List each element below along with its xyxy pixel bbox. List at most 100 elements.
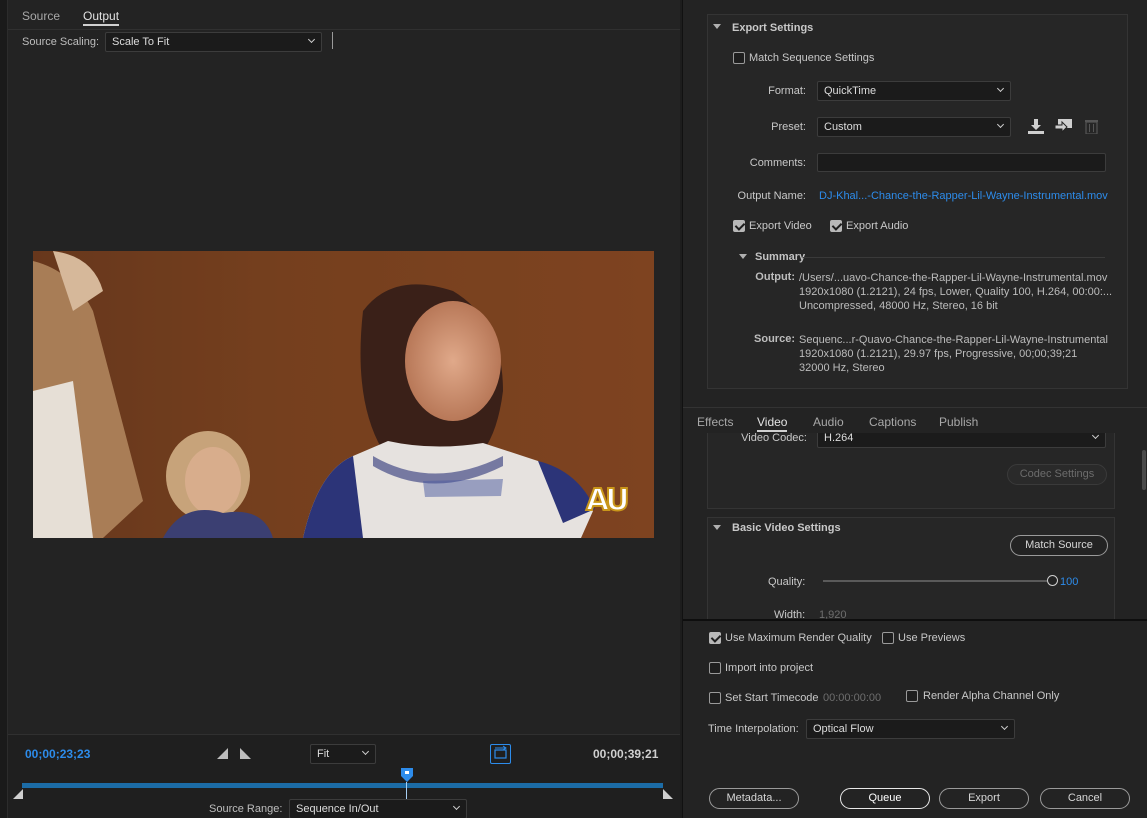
time-interpolation-label: Time Interpolation: (708, 723, 799, 735)
aspect-icon (494, 745, 507, 759)
chevron-down-icon (996, 84, 1005, 93)
output-preview-panel: Source Output Source Scaling: Scale To F… (0, 0, 680, 818)
watermark-logo: AU (585, 482, 631, 519)
save-preset-icon[interactable] (1028, 119, 1044, 134)
cancel-button[interactable]: Cancel (1040, 788, 1130, 809)
source-range-dropdown[interactable]: Sequence In/Out (289, 799, 467, 818)
zoom-dropdown[interactable]: Fit (310, 744, 376, 764)
tab-source[interactable]: Source (22, 9, 60, 23)
summary-source-line: Sequenc...r-Quavo-Chance-the-Rapper-Lil-… (799, 334, 1108, 346)
export-audio-checkbox[interactable] (830, 220, 842, 232)
start-timecode-value[interactable]: 00:00:00:00 (823, 692, 881, 704)
export-settings-panel: Export Settings Match Sequence Settings … (682, 0, 1147, 818)
chevron-down-icon (996, 120, 1005, 129)
match-source-button[interactable]: Match Source (1010, 535, 1108, 556)
summary-source-line: 32000 Hz, Stereo (799, 362, 885, 374)
video-settings-scroll-area[interactable]: Video Codec: H.264 Codec Settings Basic … (683, 433, 1147, 619)
source-scaling-dropdown[interactable]: Scale To Fit (105, 32, 322, 52)
max-render-quality-label: Use Maximum Render Quality (725, 632, 872, 644)
tab-video[interactable]: Video (757, 415, 788, 432)
tab-audio[interactable]: Audio (813, 415, 844, 429)
video-frame-image (33, 251, 654, 538)
source-scaling-label: Source Scaling: (22, 36, 100, 48)
set-start-timecode-label: Set Start Timecode (725, 692, 819, 704)
quality-value[interactable]: 100 (1060, 576, 1078, 588)
export-button[interactable]: Export (939, 788, 1029, 809)
set-start-timecode-checkbox[interactable] (709, 692, 721, 704)
max-render-quality-checkbox[interactable] (709, 632, 721, 644)
chevron-down-icon (361, 747, 370, 756)
basic-video-header: Basic Video Settings (732, 522, 841, 534)
summary-divider (803, 257, 1105, 258)
summary-source-text: Sequenc...r-Quavo-Chance-the-Rapper-Lil-… (799, 333, 1108, 375)
tab-publish[interactable]: Publish (939, 415, 978, 429)
collapse-arrow-icon[interactable] (713, 525, 721, 530)
preset-label: Preset: (771, 121, 806, 133)
collapse-arrow-icon[interactable] (713, 24, 721, 29)
aspect-correction-toggle[interactable] (490, 744, 511, 764)
quality-slider-thumb[interactable] (1047, 575, 1058, 586)
source-range-label: Source Range: (209, 803, 283, 815)
summary-source-line: 1920x1080 (1.2121), 29.97 fps, Progressi… (799, 348, 1078, 360)
width-label: Width: (774, 609, 806, 619)
summary-collapse-arrow-icon[interactable] (739, 254, 747, 259)
out-point-marker-icon[interactable] (663, 789, 673, 799)
set-out-point-icon[interactable] (240, 748, 251, 759)
export-settings-header: Export Settings (732, 22, 814, 34)
time-interpolation-dropdown[interactable]: Optical Flow (806, 719, 1015, 739)
quality-label: Quality: (768, 576, 806, 588)
export-audio-label: Export Audio (846, 220, 909, 232)
render-alpha-checkbox[interactable] (906, 690, 918, 702)
tab-effects[interactable]: Effects (697, 415, 733, 429)
format-label: Format: (768, 85, 806, 97)
comments-input[interactable] (817, 153, 1106, 172)
timeline-scrub-bar[interactable] (22, 783, 663, 788)
video-codec-label: Video Codec: (741, 433, 807, 444)
codec-settings-button[interactable]: Codec Settings (1007, 464, 1107, 485)
set-in-point-icon[interactable] (217, 748, 228, 759)
zoom-value: Fit (317, 748, 330, 760)
preset-value: Custom (824, 121, 862, 133)
export-video-checkbox[interactable] (733, 220, 745, 232)
source-scaling-value: Scale To Fit (112, 36, 170, 48)
chevron-down-icon (1091, 433, 1100, 440)
format-value: QuickTime (824, 85, 877, 97)
source-range-value: Sequence In/Out (296, 803, 379, 815)
tab-divider (8, 29, 680, 30)
preset-dropdown[interactable]: Custom (817, 117, 1011, 137)
summary-header: Summary (755, 251, 806, 263)
tabs-top-divider (683, 407, 1147, 408)
quality-slider-track[interactable] (823, 580, 1047, 582)
match-sequence-checkbox[interactable] (733, 52, 745, 64)
output-name-link[interactable]: DJ-Khal...-Chance-the-Rapper-Lil-Wayne-I… (819, 190, 1108, 202)
import-into-project-checkbox[interactable] (709, 662, 721, 674)
match-sequence-label: Match Sequence Settings (749, 52, 875, 64)
use-previews-checkbox[interactable] (882, 632, 894, 644)
panel-edge (0, 0, 8, 818)
playhead-icon (400, 768, 413, 782)
format-dropdown[interactable]: QuickTime (817, 81, 1011, 101)
tab-output[interactable]: Output (83, 9, 120, 26)
divider-handle (332, 32, 333, 49)
video-codec-dropdown[interactable]: H.264 (817, 433, 1106, 448)
summary-output-line: Uncompressed, 48000 Hz, Stereo, 16 bit (799, 300, 998, 312)
import-preset-icon[interactable] (1055, 119, 1072, 134)
chevron-down-icon (452, 802, 461, 811)
video-codec-value: H.264 (824, 433, 854, 444)
in-point-marker-icon[interactable] (13, 789, 23, 799)
time-interpolation-value: Optical Flow (813, 723, 874, 735)
tab-captions[interactable]: Captions (869, 415, 916, 429)
current-timecode[interactable]: 00;00;23;23 (25, 747, 90, 761)
width-value[interactable]: 1,920 (819, 609, 847, 619)
playhead[interactable] (400, 768, 413, 802)
delete-preset-icon[interactable] (1085, 119, 1098, 134)
export-video-label: Export Video (749, 220, 812, 232)
comments-label: Comments: (749, 157, 806, 169)
queue-button[interactable]: Queue (840, 788, 930, 809)
bottom-divider (683, 619, 1147, 621)
metadata-button[interactable]: Metadata... (709, 788, 799, 809)
chevron-down-icon (307, 35, 316, 44)
import-into-project-label: Import into project (725, 662, 814, 674)
summary-output-line: 1920x1080 (1.2121), 24 fps, Lower, Quali… (799, 286, 1113, 298)
scrollbar-thumb[interactable] (1142, 450, 1146, 490)
